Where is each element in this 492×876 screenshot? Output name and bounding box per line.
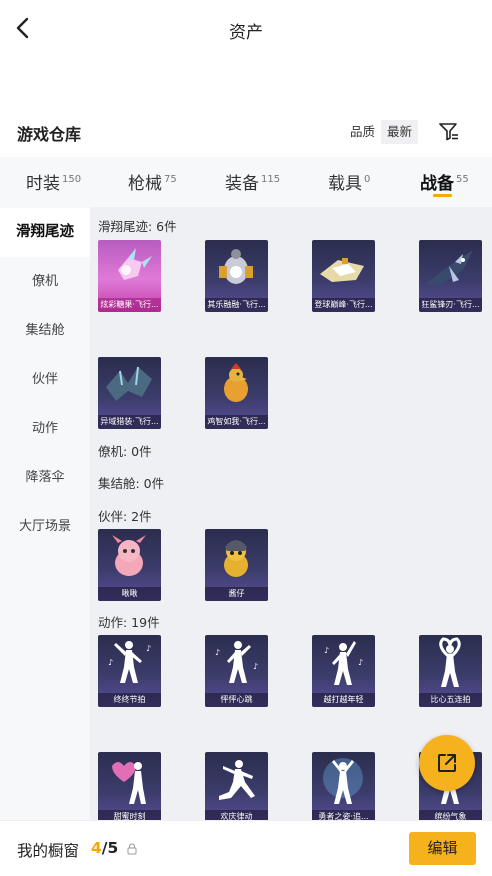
item-name: 登球巅峰·飞行... [312, 298, 375, 312]
sort-quality-button[interactable]: 品质 [344, 120, 382, 144]
item-name: 勇者之姿·追... [312, 810, 375, 820]
share-button[interactable] [419, 735, 475, 791]
tab-label: 枪械 [128, 174, 162, 194]
top-bar: 资产 [0, 0, 492, 58]
item-card[interactable]: 异域猎装·飞行... [98, 357, 161, 429]
sort-latest-button[interactable]: 最新 [381, 120, 419, 144]
item-grid: 滑翔尾迹: 6件 炫彩糖果·飞行... 其乐融融·飞行... 登球巅峰·飞行..… [90, 207, 492, 820]
tab-count: 55 [456, 174, 469, 186]
item-card[interactable]: 狂鲨锋刃·飞行... [419, 240, 482, 312]
sidebar-item-glide-trail[interactable]: 滑翔尾迹 [0, 208, 90, 257]
sort-toggle: 品质 最新 [344, 120, 419, 144]
bottom-bar: 我的橱窗 4/5 编辑 [0, 820, 492, 876]
item-name: 欢庆律动 [205, 810, 268, 820]
tab-vehicles[interactable]: 载具 0 [328, 169, 370, 194]
filter-icon[interactable] [437, 120, 461, 144]
active-tab-indicator [433, 194, 452, 197]
sidebar-item-assembly-pod[interactable]: 集结舱 [0, 306, 90, 355]
item-card[interactable]: 欢庆律动 [205, 752, 268, 820]
item-name: 怦怦心跳 [205, 693, 268, 707]
sidebar-item-companion[interactable]: 伙伴 [0, 355, 90, 404]
edit-button[interactable]: 编辑 [409, 832, 476, 865]
item-card[interactable]: ♪ ♪ 越打越年轻 [312, 635, 375, 707]
section-title-assembly-pod: 集结舱: 0件 [98, 476, 165, 491]
item-name: 啾啾 [98, 587, 161, 601]
item-name: 酱仔 [205, 587, 268, 601]
tab-label: 战备 [420, 174, 454, 194]
item-card[interactable]: ♪ ♪ 怦怦心跳 [205, 635, 268, 707]
item-name: 鸡智如我·飞行... [205, 415, 268, 429]
warehouse-title: 游戏仓库 [17, 125, 82, 144]
item-card[interactable]: ♪ ♪ 终终节拍 [98, 635, 161, 707]
category-tabs: 时装 150 枪械 75 装备 115 载具 0 战备 55 [0, 157, 492, 207]
svg-text:♪: ♪ [324, 646, 329, 655]
item-card[interactable]: 鸡智如我·飞行... [205, 357, 268, 429]
item-card[interactable]: 登球巅峰·飞行... [312, 240, 375, 312]
showcase-label: 我的橱窗 [17, 842, 80, 860]
section-title-emote: 动作: 19件 [98, 615, 160, 630]
sidebar-item-emote[interactable]: 动作 [0, 404, 90, 453]
item-card[interactable]: 酱仔 [205, 529, 268, 601]
item-name: 其乐融融·飞行... [205, 298, 268, 312]
item-name: 狂鲨锋刃·飞行... [419, 298, 482, 312]
page-title: 资产 [229, 23, 263, 43]
tab-count: 0 [364, 174, 371, 186]
showcase-total: 5 [107, 839, 119, 857]
svg-text:♪: ♪ [253, 662, 258, 671]
item-card[interactable]: 炫彩糖果·飞行... [98, 240, 161, 312]
item-card[interactable]: 甜蜜时刻 [98, 752, 161, 820]
item-card[interactable]: 勇者之姿·追... [312, 752, 375, 820]
tab-label: 装备 [225, 174, 259, 194]
item-name: 异域猎装·飞行... [98, 415, 161, 429]
tab-battle-gear[interactable]: 战备 55 [420, 169, 469, 194]
sidebar-item-lobby-scene[interactable]: 大厅场景 [0, 502, 90, 551]
svg-text:♪: ♪ [215, 648, 220, 657]
lock-icon [127, 843, 137, 855]
tab-count: 115 [261, 174, 281, 186]
item-card[interactable]: 比心五连拍 [419, 635, 482, 707]
tab-count: 150 [62, 174, 82, 186]
svg-text:♪: ♪ [108, 658, 113, 667]
svg-text:♪: ♪ [358, 658, 363, 667]
item-name: 终终节拍 [98, 693, 161, 707]
sidebar: 滑翔尾迹 僚机 集结舱 伙伴 动作 降落伞 大厅场景 [0, 207, 90, 827]
section-title-companion: 伙伴: 2件 [98, 509, 152, 524]
item-name: 炫彩糖果·飞行... [98, 298, 161, 312]
tab-fashion[interactable]: 时装 150 [26, 169, 81, 194]
tab-label: 载具 [328, 174, 362, 194]
tab-label: 时装 [26, 174, 60, 194]
showcase-count: 4/5 [91, 839, 118, 857]
svg-text:♪: ♪ [146, 644, 151, 653]
item-name: 比心五连拍 [419, 693, 482, 707]
assets-page: 资产 游戏仓库 品质 最新 时装 150 枪械 75 装备 115 载具 0 战备 55 … [0, 0, 492, 876]
showcase-current: 4 [91, 839, 102, 857]
section-title-glide-trail: 滑翔尾迹: 6件 [98, 219, 177, 234]
item-name: 甜蜜时刻 [98, 810, 161, 820]
share-external-icon [438, 754, 456, 772]
tab-firearms[interactable]: 枪械 75 [128, 169, 177, 194]
section-title-wingman: 僚机: 0件 [98, 444, 152, 459]
item-card[interactable]: 其乐融融·飞行... [205, 240, 268, 312]
item-name: 缤纷气象 [419, 810, 482, 820]
sidebar-item-parachute[interactable]: 降落伞 [0, 453, 90, 502]
tab-equipment[interactable]: 装备 115 [225, 169, 280, 194]
tab-count: 75 [164, 174, 177, 186]
sidebar-item-wingman[interactable]: 僚机 [0, 257, 90, 306]
item-name: 越打越年轻 [312, 693, 375, 707]
item-card[interactable]: 啾啾 [98, 529, 161, 601]
